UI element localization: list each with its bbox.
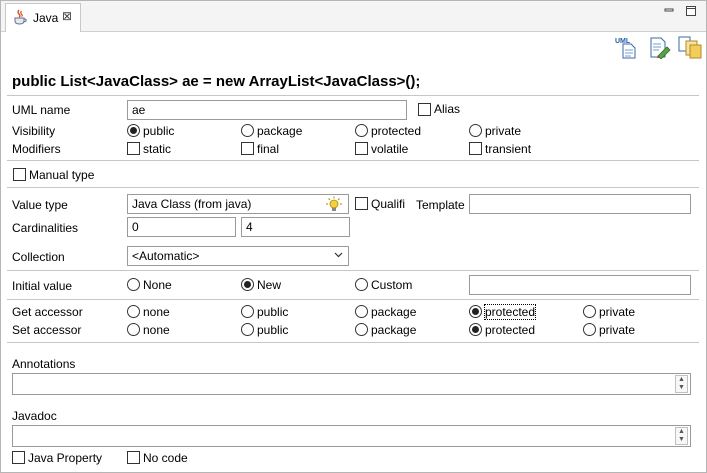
- manual-type-label: Manual type: [29, 168, 95, 182]
- template-label: Template: [416, 198, 465, 212]
- edit-document-icon[interactable]: [647, 35, 671, 59]
- no-code-label: No code: [143, 451, 188, 465]
- set-private-label: private: [599, 323, 636, 337]
- get-none-radio[interactable]: [127, 305, 140, 318]
- alias-checkbox[interactable]: [418, 103, 431, 116]
- separator: [7, 95, 699, 96]
- volatile-label: volatile: [371, 142, 409, 156]
- initial-new-label: New: [257, 278, 282, 292]
- set-protected-radio[interactable]: [469, 323, 482, 336]
- tab-java-label: Java: [33, 11, 59, 25]
- qualified-checkbox[interactable]: [355, 197, 368, 210]
- visibility-protected-label: protected: [371, 124, 422, 138]
- get-public-radio[interactable]: [241, 305, 254, 318]
- get-package-radio[interactable]: [355, 305, 368, 318]
- get-protected-label: protected: [483, 304, 537, 320]
- initial-none-radio[interactable]: [127, 278, 140, 291]
- visibility-label: Visibility: [12, 124, 56, 138]
- visibility-private-label: private: [485, 124, 522, 138]
- uml-document-icon[interactable]: UML: [615, 35, 639, 59]
- separator: [7, 342, 699, 343]
- tab-bar: Java ⊠: [1, 1, 706, 32]
- separator: [7, 270, 699, 271]
- get-accessor-label: Get accessor: [12, 305, 83, 319]
- get-none-label: none: [143, 305, 170, 319]
- set-public-label: public: [257, 323, 289, 337]
- collection-selected: <Automatic>: [132, 249, 200, 263]
- volatile-checkbox[interactable]: [355, 142, 368, 155]
- separator: [7, 160, 699, 161]
- value-type-field[interactable]: Java Class (from java): [127, 194, 349, 214]
- get-private-radio[interactable]: [583, 305, 596, 318]
- manual-type-checkbox[interactable]: [13, 168, 26, 181]
- set-public-radio[interactable]: [241, 323, 254, 336]
- transient-label: transient: [485, 142, 532, 156]
- collection-dropdown[interactable]: <Automatic>: [127, 246, 349, 266]
- get-protected-radio[interactable]: [469, 305, 482, 318]
- static-checkbox[interactable]: [127, 142, 140, 155]
- visibility-private-radio[interactable]: [469, 124, 482, 137]
- get-package-label: package: [371, 305, 417, 319]
- template-field[interactable]: [469, 194, 691, 214]
- initial-new-radio[interactable]: [241, 278, 254, 291]
- final-checkbox[interactable]: [241, 142, 254, 155]
- java-property-label: Java Property: [28, 451, 103, 465]
- cardinality-max-field[interactable]: 4: [241, 217, 350, 237]
- get-public-label: public: [257, 305, 289, 319]
- no-code-checkbox[interactable]: [127, 451, 140, 464]
- chevron-down-icon: [334, 252, 343, 258]
- initial-custom-radio[interactable]: [355, 278, 368, 291]
- separator: [7, 299, 699, 300]
- visibility-public-label: public: [143, 124, 175, 138]
- separator: [7, 187, 699, 188]
- tab-java[interactable]: Java ⊠: [5, 3, 81, 32]
- set-protected-label: protected: [485, 323, 536, 337]
- javadoc-label: Javadoc: [12, 409, 57, 423]
- javadoc-scroll-icon[interactable]: ▲ ▼: [675, 427, 688, 445]
- java-coffee-icon: [14, 9, 27, 25]
- declaration-heading: public List<JavaClass> ae = new ArrayLis…: [12, 73, 421, 90]
- cardinalities-label: Cardinalities: [12, 221, 79, 235]
- uml-name-label: UML name: [12, 103, 71, 117]
- visibility-package-radio[interactable]: [241, 124, 254, 137]
- get-private-label: private: [599, 305, 636, 319]
- set-none-radio[interactable]: [127, 323, 140, 336]
- copy-documents-icon[interactable]: [678, 35, 702, 59]
- qualified-label: Qualifi: [371, 197, 406, 211]
- lightbulb-icon[interactable]: [325, 196, 343, 212]
- initial-custom-field[interactable]: [469, 275, 691, 295]
- static-label: static: [143, 142, 172, 156]
- visibility-package-label: package: [257, 124, 303, 138]
- initial-value-label: Initial value: [12, 279, 73, 293]
- javadoc-textarea[interactable]: ▲ ▼: [12, 425, 691, 447]
- maximize-icon[interactable]: [685, 5, 697, 17]
- set-none-label: none: [143, 323, 170, 337]
- annotations-label: Annotations: [12, 357, 76, 371]
- initial-none-label: None: [143, 278, 172, 292]
- collection-label: Collection: [12, 250, 65, 264]
- alias-label: Alias: [434, 102, 461, 116]
- java-property-checkbox[interactable]: [12, 451, 25, 464]
- set-private-radio[interactable]: [583, 323, 596, 336]
- transient-checkbox[interactable]: [469, 142, 482, 155]
- visibility-public-radio[interactable]: [127, 124, 140, 137]
- java-editor-window: Java ⊠ UML public List<JavaClass> ae = n…: [0, 0, 707, 473]
- initial-custom-label: Custom: [371, 278, 413, 292]
- set-package-radio[interactable]: [355, 323, 368, 336]
- minimize-icon[interactable]: [663, 5, 675, 17]
- value-type-label: Value type: [12, 198, 68, 212]
- set-accessor-label: Set accessor: [12, 323, 82, 337]
- uml-name-field[interactable]: ae: [127, 100, 407, 120]
- value-type-value: Java Class (from java): [132, 197, 252, 211]
- modifiers-label: Modifiers: [12, 142, 61, 156]
- cardinality-min-field[interactable]: 0: [127, 217, 236, 237]
- set-package-label: package: [371, 323, 417, 337]
- annotations-textarea[interactable]: ▲ ▼: [12, 373, 691, 395]
- final-label: final: [257, 142, 280, 156]
- visibility-protected-radio[interactable]: [355, 124, 368, 137]
- close-icon[interactable]: ⊠: [62, 9, 72, 23]
- annotations-scroll-icon[interactable]: ▲ ▼: [675, 375, 688, 393]
